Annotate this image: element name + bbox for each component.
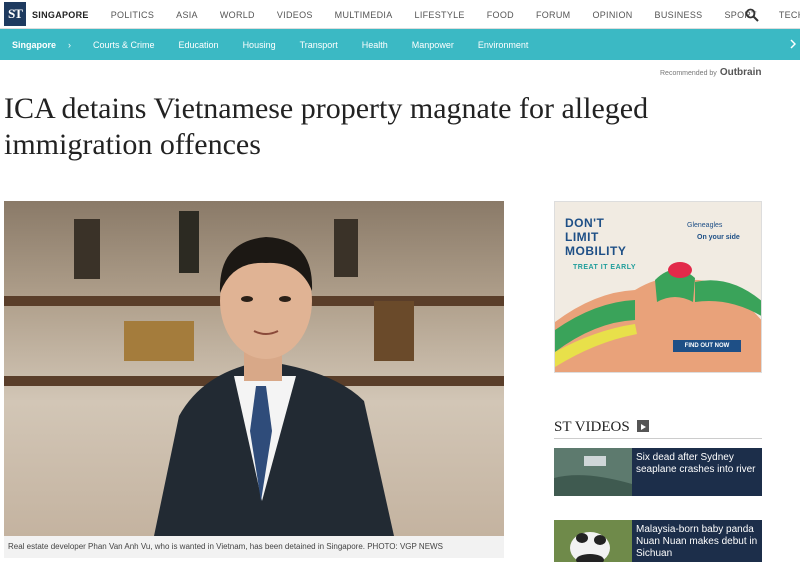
video-title: Six dead after Sydney seaplane crashes i… <box>636 452 756 475</box>
video-item[interactable]: Six dead after Sydney seaplane crashes i… <box>554 448 762 496</box>
section-subnav: Singapore › Courts & Crime Education Hou… <box>0 29 800 60</box>
recommended-label: Recommended by <box>660 70 717 77</box>
outbrain-logo: Outbrain <box>719 67 762 78</box>
ad-headline-line: MOBILITY <box>565 244 627 258</box>
nav-item-tech[interactable]: TECH <box>779 10 800 20</box>
section-divider <box>554 438 762 439</box>
advertisement[interactable]: DON'T LIMIT MOBILITY TREAT IT EARLY Glen… <box>554 201 762 373</box>
photo-caption: Real estate developer Phan Van Anh Vu, w… <box>4 536 504 558</box>
nav-item-asia[interactable]: ASIA <box>176 10 198 20</box>
videos-section-title[interactable]: ST VIDEOS <box>554 419 630 436</box>
subnav-item-environment[interactable]: Environment <box>478 40 529 50</box>
nav-item-food[interactable]: FOOD <box>487 10 514 20</box>
ad-tagline: On your side <box>697 234 740 241</box>
nav-item-forum[interactable]: FORUM <box>536 10 571 20</box>
article-photo <box>4 201 504 536</box>
video-thumbnail <box>554 520 632 562</box>
nav-item-multimedia[interactable]: MULTIMEDIA <box>335 10 393 20</box>
video-thumbnail <box>554 448 632 496</box>
ad-headline-line: LIMIT <box>565 230 599 244</box>
nav-item-videos[interactable]: VIDEOS <box>277 10 313 20</box>
site-logo[interactable]: ST <box>4 2 26 26</box>
video-item[interactable]: Malaysia-born baby panda Nuan Nuan makes… <box>554 520 762 562</box>
subnav-item-education[interactable]: Education <box>179 40 219 50</box>
subnav-item-health[interactable]: Health <box>362 40 388 50</box>
play-icon[interactable] <box>637 420 649 432</box>
video-title: Malaysia-born baby panda Nuan Nuan makes… <box>636 524 758 559</box>
nav-item-politics[interactable]: POLITICS <box>111 10 154 20</box>
search-icon[interactable] <box>745 8 759 22</box>
nav-item-lifestyle[interactable]: LIFESTYLE <box>415 10 465 20</box>
man-in-suit-illustration <box>74 211 414 536</box>
subnav-section-singapore[interactable]: Singapore <box>12 40 56 50</box>
nav-item-singapore[interactable]: SINGAPORE <box>32 10 89 20</box>
nav-items: SINGAPORE POLITICS ASIA WORLD VIDEOS MUL… <box>32 0 800 29</box>
article-headline: ICA detains Vietnamese property magnate … <box>4 92 649 161</box>
ad-brand: Gleneagles <box>687 222 723 229</box>
nav-item-world[interactable]: WORLD <box>220 10 255 20</box>
ad-cta-button[interactable]: FIND OUT NOW <box>673 340 741 352</box>
ad-headline-line: DON'T <box>565 216 605 230</box>
top-nav: ST SINGAPORE POLITICS ASIA WORLD VIDEOS … <box>0 0 800 29</box>
chevron-right-icon: › <box>68 39 72 50</box>
ad-headline: DON'T LIMIT MOBILITY <box>565 216 626 258</box>
nav-item-opinion[interactable]: OPINION <box>592 10 632 20</box>
scroll-right-icon[interactable] <box>790 39 796 49</box>
ad-subline: TREAT IT EARLY <box>573 264 637 271</box>
subnav-item-courts-crime[interactable]: Courts & Crime <box>93 40 155 50</box>
subnav-item-housing[interactable]: Housing <box>243 40 276 50</box>
recommended-by[interactable]: Recommended by Outbrain <box>660 67 761 78</box>
nav-item-business[interactable]: BUSINESS <box>655 10 703 20</box>
subnav-item-transport[interactable]: Transport <box>300 40 338 50</box>
subnav-item-manpower[interactable]: Manpower <box>412 40 454 50</box>
